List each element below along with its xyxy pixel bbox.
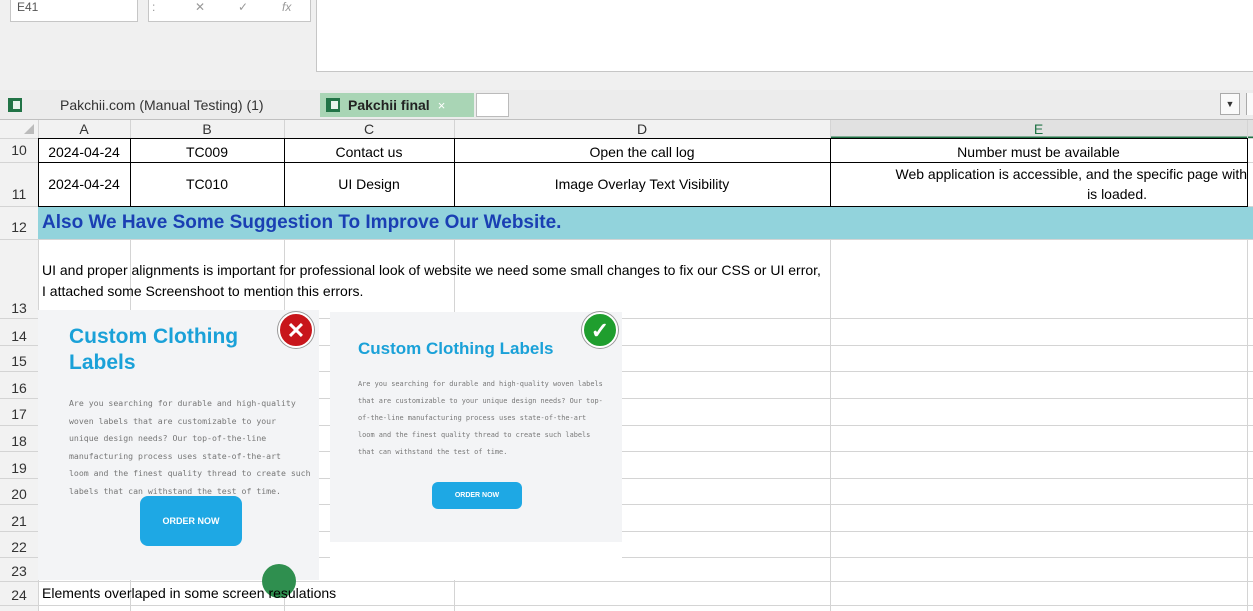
shot-body-line: manufacturing process uses state-of-the-… [69,450,281,461]
shot-title: Custom Clothing Labels [358,339,554,358]
row-header[interactable]: 13 [0,300,38,316]
row-header[interactable]: 11 [0,186,38,202]
cell-a10[interactable]: 2024-04-24 [38,143,130,161]
row-header[interactable]: 15 [0,353,38,369]
column-header-b[interactable]: B [130,120,284,138]
row-header[interactable]: 12 [0,219,38,235]
tab-bar-edge [1246,93,1253,115]
cell-c11[interactable]: UI Design [284,175,454,193]
section-title: Also We Have Some Suggestion To Improve … [42,212,562,233]
shot-body-line: Are you searching for durable and high-q… [69,398,296,408]
cell-b10[interactable]: TC009 [130,143,284,161]
shot-body-line: loom and the finest quality thread to cr… [69,468,311,478]
tab-label: Pakchii final [348,97,430,113]
tab-pakchii-final[interactable]: Pakchii final × [320,93,474,117]
shot-body-line: of-the-line manufacturing process uses s… [358,414,587,422]
excel-file-icon [8,98,22,112]
close-tab-icon[interactable]: × [438,98,446,113]
cell-c10[interactable]: Contact us [284,143,454,161]
note-text: UI and proper alignments is important fo… [42,262,821,299]
shot-body-line: unique design needs? Our top-of-the-line [69,433,267,443]
column-header-e[interactable]: E [830,120,1247,138]
shot-body-line: loom and the finest quality thread to cr… [358,431,591,439]
row-header[interactable]: 19 [0,460,38,476]
row-header[interactable]: 21 [0,513,38,529]
cell-d11[interactable]: Image Overlay Text Visibility [454,175,830,193]
excel-file-icon [326,98,340,112]
caption-text: Elements overlaped in some screen resula… [42,585,337,601]
row-header[interactable]: 24 [0,587,38,603]
row-header[interactable]: 14 [0,328,38,344]
insert-function-icon[interactable]: fx [282,0,291,14]
row-header[interactable]: 23 [0,563,38,579]
order-now-button: ORDER NOW [432,482,522,509]
row-header[interactable]: 22 [0,539,38,555]
enter-icon[interactable]: ✓ [238,0,248,14]
shot-title-line2: Labels [69,351,136,374]
tab-label: Pakchii.com (Manual Testing) (1) [60,97,264,113]
order-now-button: ORDER NOW [140,496,242,546]
row-header[interactable]: 16 [0,380,38,396]
row-header[interactable]: 18 [0,433,38,449]
screenshot-margin [330,542,622,580]
column-header-a[interactable]: A [38,120,130,138]
shot-body-line: that can withstand the test of time. [358,448,508,456]
new-tab-button[interactable] [476,93,509,117]
cancel-icon[interactable]: ✕ [195,0,205,14]
shot-body-line: woven labels that are customizable to yo… [69,415,277,426]
cell-b11[interactable]: TC010 [130,175,284,193]
formula-input[interactable] [316,0,1253,72]
column-header-c[interactable]: C [284,120,454,138]
screenshot-correct-layout[interactable]: Custom Clothing Labels Are you searching… [330,312,622,542]
error-x-icon: ✕ [278,312,314,348]
row-header[interactable]: 10 [0,142,38,158]
cell-e11-line1: Web application is accessible, and the s… [895,166,1248,182]
check-icon: ✓ [582,312,618,348]
shot-body-line: that are customizable to your unique des… [358,397,603,405]
tab-pakchii-manual-testing[interactable]: Pakchii.com (Manual Testing) (1) [8,93,313,117]
column-header-d[interactable]: D [454,120,830,138]
cell-e11[interactable]: Web application is accessible, and the s… [831,164,1248,206]
cell-a11[interactable]: 2024-04-24 [38,175,130,193]
name-box[interactable]: E41 [10,0,138,22]
resize-handle[interactable]: : [152,0,155,14]
row-header[interactable]: 17 [0,406,38,422]
cell-e11-line2: is loaded. [1087,186,1147,202]
row-header[interactable]: 20 [0,486,38,502]
screenshot-overlap-error[interactable]: Custom Clothing Labels Are you searching… [38,310,319,580]
shot-body-line: Are you searching for durable and high-q… [358,380,603,388]
tab-list-dropdown-icon[interactable]: ▼ [1220,93,1240,115]
shot-title-line1: Custom Clothing [69,325,239,348]
cell-d10[interactable]: Open the call log [454,143,830,161]
cell-e10[interactable]: Number must be available [830,143,1247,161]
